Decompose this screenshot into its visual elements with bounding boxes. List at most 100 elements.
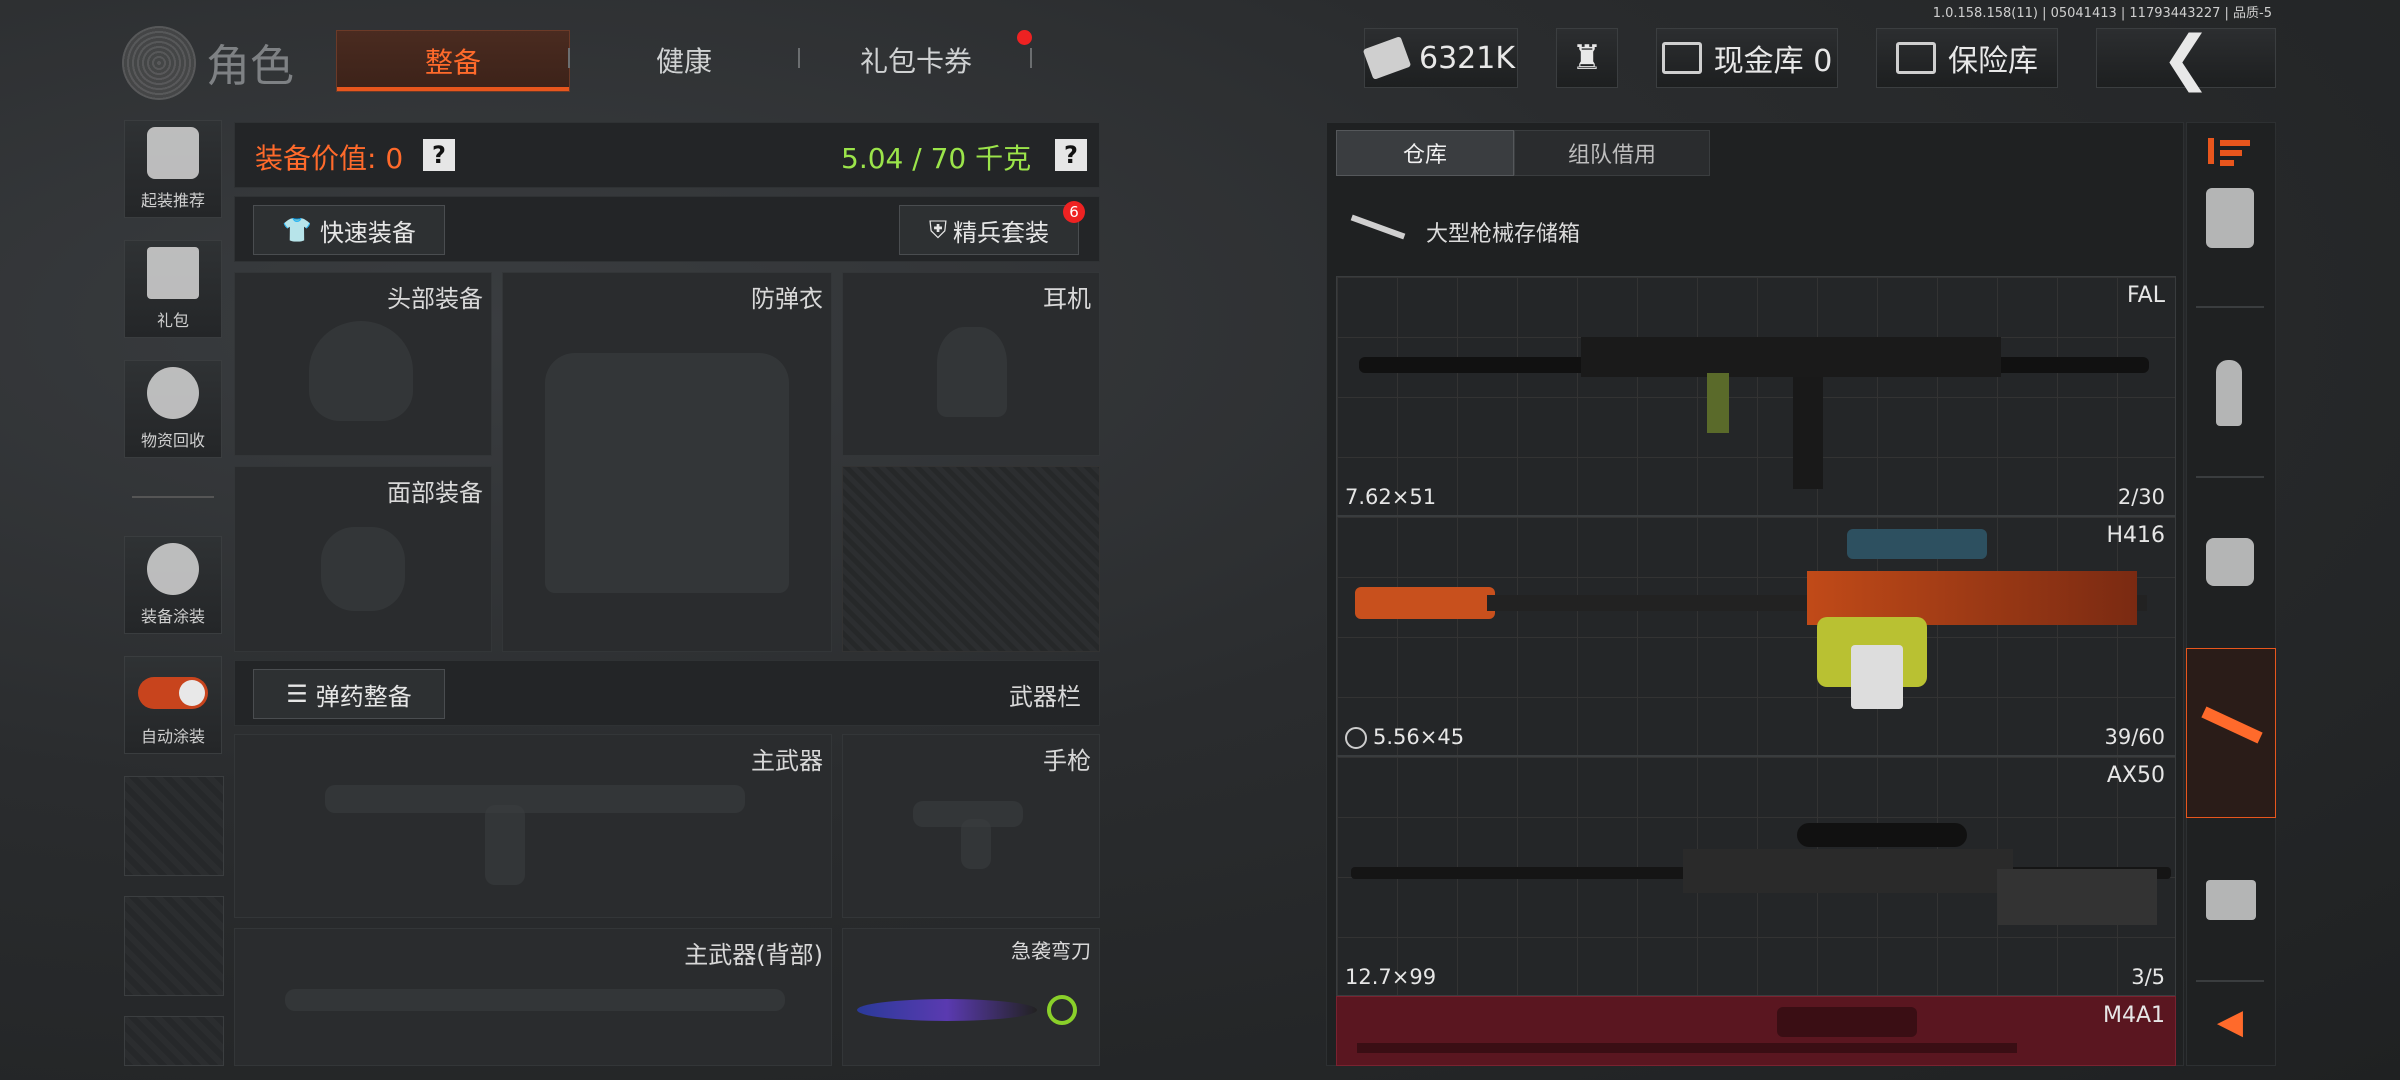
slot-label: 面部装备 — [387, 479, 483, 507]
weapon-card-ax50[interactable]: AX50 12.7×99 3/5 — [1336, 756, 2176, 996]
loadout-toolbar: 👕 快速装备 ⛨ 精兵套装 6 — [234, 196, 1100, 262]
slot-pistol[interactable]: 手枪 — [842, 734, 1100, 918]
weapon-card-h416[interactable]: H416 5.56×45 39/60 — [1336, 516, 2176, 756]
agent-button[interactable]: ♜ — [1556, 28, 1618, 88]
cash-icon — [1362, 36, 1412, 80]
ammo-list-icon: ☰ — [286, 680, 308, 708]
recycle-icon — [147, 367, 199, 419]
h416-magazine-icon — [1851, 645, 1903, 709]
notification-dot — [1017, 30, 1032, 45]
back-button[interactable]: ❮ — [2096, 23, 2276, 93]
sort-icon[interactable] — [2208, 134, 2252, 168]
sidebar-item-label: 物资回收 — [140, 431, 205, 450]
sidebar-item-recommend[interactable]: 起装推荐 — [124, 120, 222, 218]
sidebar-item-label: 自动涂装 — [140, 727, 205, 746]
vault-icon — [1661, 42, 1702, 74]
vest-icon — [545, 353, 789, 593]
sidebar-item-label: 起装推荐 — [140, 191, 205, 210]
weapon-card-fal[interactable]: FAL 7.62×51 2/30 — [1336, 276, 2176, 516]
safe-button[interactable]: 保险库 — [1876, 28, 2058, 88]
help-icon[interactable]: ? — [423, 139, 455, 171]
elite-set-badge: 6 — [1063, 201, 1085, 223]
weapon-toolbar: ☰ 弹药整备 武器栏 — [234, 660, 1100, 726]
weapon-caliber: 7.62×51 — [1345, 485, 1437, 509]
weapon-bar-title: 武器栏 — [1009, 683, 1081, 711]
slot-melee[interactable]: 急袭弯刀 — [842, 928, 1100, 1066]
sidebar-empty-slot — [124, 1016, 224, 1066]
currency-display[interactable]: 6321K — [1362, 28, 1518, 88]
slot-label: 耳机 — [1043, 285, 1091, 313]
sidebar-item-auto-skin[interactable]: 自动涂装 — [124, 656, 222, 754]
sidebar-item-gift[interactable]: 礼包 — [124, 240, 222, 338]
rifle-silhouette-icon — [325, 785, 745, 813]
container-category-icon[interactable] — [2206, 880, 2256, 920]
h416-suppressor-icon — [1355, 587, 1495, 619]
quick-equip-button[interactable]: 👕 快速装备 — [253, 205, 445, 255]
collapse-arrow-icon[interactable]: ◀ — [2200, 996, 2260, 1048]
tab-team-borrow[interactable]: 组队借用 — [1514, 130, 1710, 176]
slot-armor[interactable]: 防弹衣 — [502, 272, 832, 652]
tab-health[interactable]: 健康 — [576, 30, 792, 90]
slot-face[interactable]: 面部装备 — [234, 466, 492, 652]
safe-label: 保险库 — [1948, 44, 2038, 79]
tab-warehouse[interactable]: 仓库 — [1336, 130, 1514, 176]
category-divider — [2196, 980, 2264, 982]
karambit-blade-icon — [857, 999, 1037, 1021]
weapon-caliber: 12.7×99 — [1345, 965, 1437, 989]
currency-amount: 6321K — [1418, 40, 1516, 76]
category-divider — [2196, 476, 2264, 478]
fal-magazine-icon — [1793, 377, 1823, 489]
ammo-category-icon[interactable] — [2216, 360, 2242, 426]
slot-label: 主武器 — [751, 747, 823, 775]
slot-label: 手枪 — [1043, 747, 1091, 775]
rifle-grip-icon — [485, 805, 525, 885]
tab-loadout[interactable]: 整备 — [336, 30, 570, 92]
weapon-name: AX50 — [2106, 763, 2165, 788]
slot-primary[interactable]: 主武器 — [234, 734, 832, 918]
weapon-caliber-row: 5.56×45 — [1345, 725, 1464, 749]
slot-head[interactable]: 头部装备 — [234, 272, 492, 456]
slot-label: 头部装备 — [387, 285, 483, 313]
medkit-category-icon[interactable] — [2206, 538, 2254, 586]
ax50-scope-icon — [1797, 823, 1967, 847]
category-bar — [2186, 122, 2276, 1066]
toggle-knob — [179, 680, 205, 706]
rifle-icon — [1350, 210, 1406, 250]
weapon-category-selected[interactable] — [2186, 648, 2276, 818]
tab-divider — [798, 48, 800, 68]
sidebar-divider — [132, 496, 214, 498]
slot-label: 主武器(背部) — [684, 941, 823, 969]
ammo-type-icon — [1345, 727, 1367, 749]
elite-set-button[interactable]: ⛨ 精兵套装 — [899, 205, 1079, 255]
loadout-header: 装备价值: 0 ? 5.04 / 70 千克 ? — [234, 122, 1100, 188]
back-chevron-icon: ❮ — [2160, 23, 2212, 93]
tab-divider — [568, 48, 570, 68]
sidebar-item-label: 装备涂装 — [140, 607, 205, 626]
slot-headset[interactable]: 耳机 — [842, 272, 1100, 456]
weapon-ammo: 2/30 — [2117, 485, 2165, 509]
tab-coupons[interactable]: 礼包卡券 — [806, 30, 1026, 90]
ammo-prep-button[interactable]: ☰ 弹药整备 — [253, 669, 445, 719]
vest-category-icon[interactable] — [2206, 188, 2254, 248]
pistol-grip-icon — [961, 819, 991, 869]
weapon-name: M4A1 — [2102, 1003, 2165, 1028]
agent-icon: ♜ — [1571, 38, 1603, 78]
gift-icon — [147, 247, 199, 299]
auto-skin-toggle[interactable] — [138, 677, 208, 709]
shirt-icon: 👕 — [282, 216, 312, 244]
sidebar-empty-slot — [124, 776, 224, 876]
m4a1-scope-icon — [1777, 1007, 1917, 1037]
ammo-prep-label: 弹药整备 — [315, 682, 412, 711]
sidebar-item-recycle[interactable]: 物资回收 — [124, 360, 222, 458]
help-icon[interactable]: ? — [1055, 139, 1087, 171]
sidebar-empty-slot — [124, 896, 224, 996]
ax50-body-icon — [1683, 849, 2013, 893]
ax50-stock-icon — [1997, 869, 2157, 925]
slot-primary-back[interactable]: 主武器(背部) — [234, 928, 832, 1066]
tab-divider — [1030, 48, 1032, 68]
cash-vault-button[interactable]: 现金库 0 — [1656, 28, 1838, 88]
category-divider — [2196, 306, 2264, 308]
weapon-name: FAL — [2127, 283, 2165, 308]
weapon-card-m4a1[interactable]: M4A1 — [1336, 996, 2176, 1066]
sidebar-item-skin[interactable]: 装备涂装 — [124, 536, 222, 634]
